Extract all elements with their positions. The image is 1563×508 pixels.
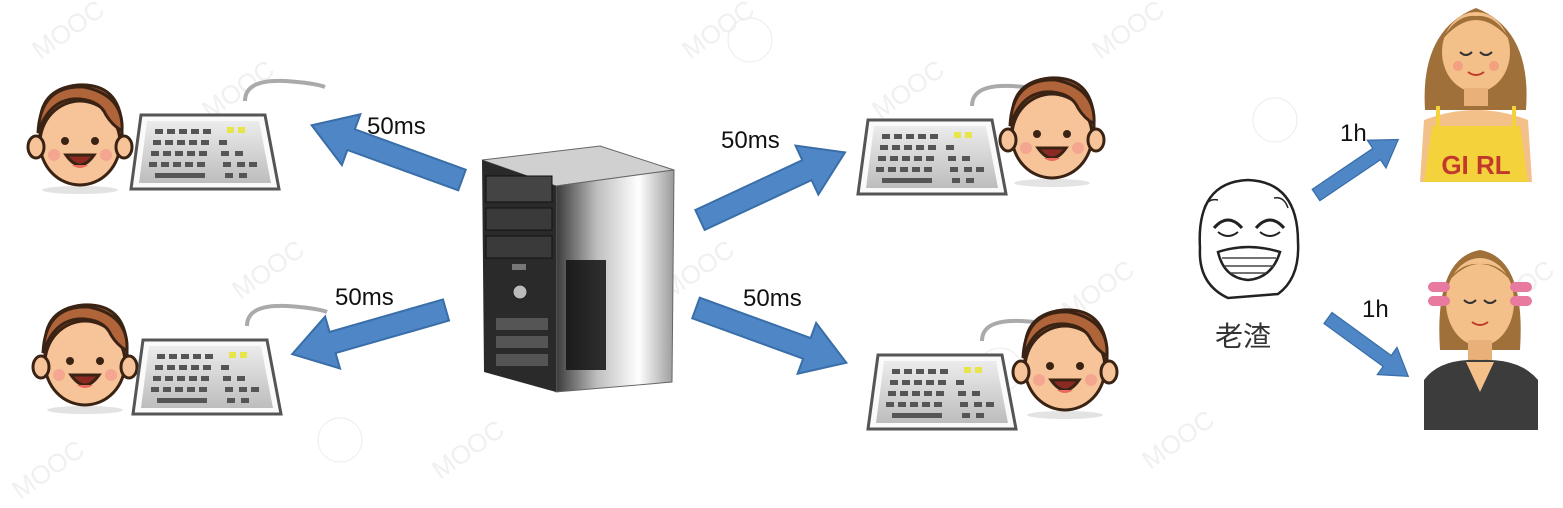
svg-text:MOOC: MOOC (26, 0, 109, 65)
client-right-bottom (866, 308, 1119, 431)
server-tower-icon (481, 145, 675, 393)
latency-label-right-top: 50ms (721, 127, 780, 154)
boy-face-icon (31, 303, 139, 416)
duration-label-girl-bottom: 1h (1362, 296, 1389, 323)
svg-text:MOOC: MOOC (1086, 0, 1169, 65)
svg-text:MOOC: MOOC (1136, 404, 1219, 475)
watermark-layer: MOOC MOOC MOOC MOOC MOOC MOOC MOOC MOOC … (6, 0, 1559, 505)
latency-label-left-bottom: 50ms (335, 284, 394, 311)
scumbag-caption: 老渣 (1215, 320, 1272, 353)
svg-text:MOOC: MOOC (426, 414, 509, 485)
boy-face-icon (26, 83, 134, 196)
boy-face-icon (1011, 308, 1119, 421)
latency-label-left-top: 50ms (367, 113, 426, 140)
duration-label-girl-top: 1h (1340, 120, 1367, 147)
svg-text:MOOC: MOOC (6, 434, 89, 505)
girl-portrait-icon: GI RL (1419, 0, 1533, 182)
client-left-bottom (31, 303, 329, 416)
girl-shirt-text: GI RL (1441, 150, 1510, 180)
rage-face-icon (1198, 178, 1300, 300)
keyboard-icon (131, 303, 329, 416)
latency-label-right-bottom: 50ms (743, 285, 802, 312)
network-latency-diagram: MOOC MOOC MOOC MOOC MOOC MOOC MOOC MOOC … (6, 0, 1560, 505)
svg-text:MOOC: MOOC (866, 54, 949, 125)
boy-face-icon (998, 76, 1106, 189)
svg-text:MOOC: MOOC (676, 0, 759, 65)
client-left-top (26, 78, 327, 196)
svg-text:MOOC: MOOC (226, 234, 309, 305)
